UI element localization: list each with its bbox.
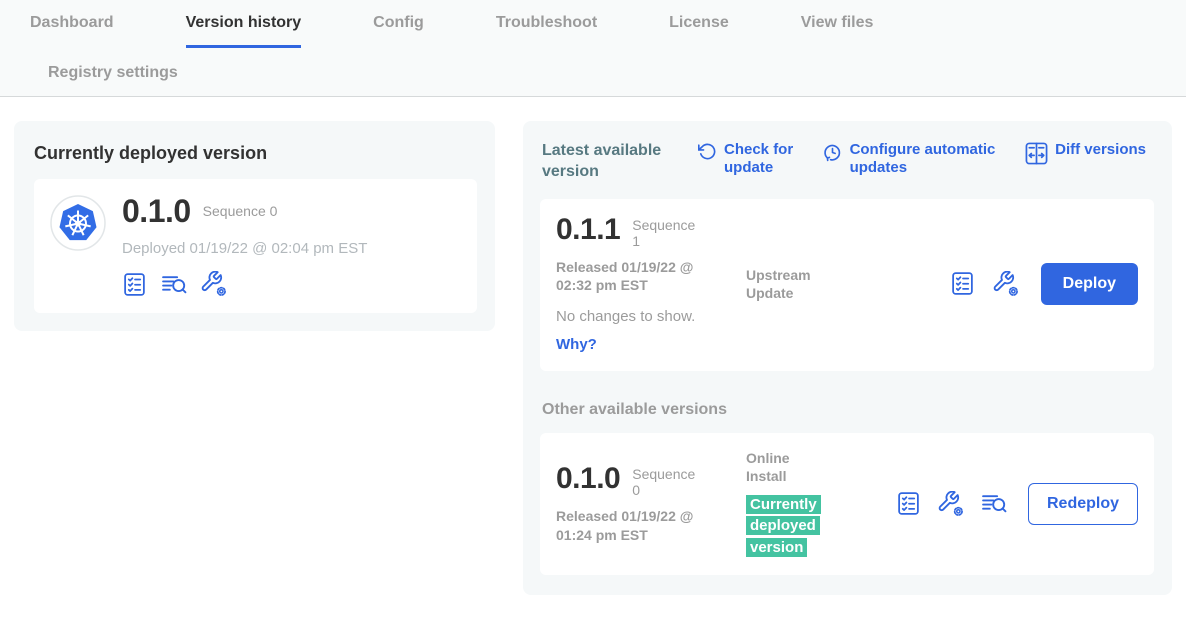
available-versions-panel: Latest available version Check for updat… — [523, 121, 1172, 595]
latest-version-card: 0.1.1 Sequence 1 Released 01/19/22 @ 02:… — [540, 199, 1154, 372]
preflight-checks-icon[interactable] — [896, 491, 921, 516]
schedule-update-icon — [822, 142, 843, 163]
edit-config-icon[interactable] — [938, 491, 964, 517]
no-changes-text: No changes to show. — [556, 308, 746, 325]
top-navigation: Dashboard Version history Config Trouble… — [0, 0, 1186, 97]
latest-source-label: Upstream Update — [746, 266, 830, 302]
diff-versions-link[interactable]: Diff versions — [1025, 141, 1146, 165]
deploy-logs-icon[interactable] — [981, 491, 1007, 516]
kubernetes-logo-icon — [50, 195, 106, 256]
deploy-button[interactable]: Deploy — [1041, 263, 1138, 305]
why-link[interactable]: Why? — [556, 336, 746, 353]
edit-config-icon[interactable] — [993, 271, 1019, 297]
deploy-logs-icon[interactable] — [161, 272, 187, 297]
tab-dashboard[interactable]: Dashboard — [30, 14, 114, 48]
preflight-checks-icon[interactable] — [122, 272, 147, 297]
nav-secondary-row: Registry settings — [48, 48, 1186, 96]
redeploy-button[interactable]: Redeploy — [1028, 483, 1138, 525]
available-panel-title: Latest available version — [542, 141, 674, 183]
nav-primary-row: Dashboard Version history Config Trouble… — [30, 14, 1186, 48]
currently-deployed-badge: Currently deployed version — [746, 494, 820, 559]
other-sequence-label: Sequence 0 — [632, 466, 696, 498]
tab-version-history[interactable]: Version history — [186, 14, 302, 48]
deployed-panel-title: Currently deployed version — [34, 143, 477, 164]
tab-view-files[interactable]: View files — [801, 14, 874, 48]
tab-config[interactable]: Config — [373, 14, 424, 48]
tab-license[interactable]: License — [669, 14, 729, 48]
other-version-number: 0.1.0 — [556, 464, 620, 494]
configure-automatic-updates-link[interactable]: Configure automatic updates — [822, 141, 1002, 177]
other-released-timestamp: Released 01/19/22 @ 01:24 pm EST — [556, 507, 732, 543]
diff-icon — [1025, 142, 1048, 165]
main-content: Currently deployed version — [0, 97, 1186, 595]
latest-released-timestamp: Released 01/19/22 @ 02:32 pm EST — [556, 258, 732, 294]
other-versions-title: Other available versions — [542, 401, 1154, 419]
deployed-sequence-label: Sequence 0 — [203, 203, 278, 219]
deployed-timestamp: Deployed 01/19/22 @ 02:04 pm EST — [122, 240, 367, 257]
currently-deployed-panel: Currently deployed version — [14, 121, 495, 331]
deployed-version-card: 0.1.0 Sequence 0 Deployed 01/19/22 @ 02:… — [34, 179, 477, 313]
deployed-version-info: 0.1.0 Sequence 0 Deployed 01/19/22 @ 02:… — [122, 195, 367, 297]
refresh-icon — [698, 142, 717, 161]
latest-version-number: 0.1.1 — [556, 215, 620, 245]
latest-sequence-label: Sequence 1 — [632, 217, 696, 249]
tab-registry-settings[interactable]: Registry settings — [48, 64, 178, 82]
tab-troubleshoot[interactable]: Troubleshoot — [496, 14, 597, 48]
other-source-label: Online Install — [746, 449, 830, 485]
preflight-checks-icon[interactable] — [950, 271, 975, 296]
deployed-version-number: 0.1.0 — [122, 195, 191, 227]
edit-config-icon[interactable] — [201, 271, 227, 297]
other-version-card: 0.1.0 Sequence 0 Released 01/19/22 @ 01:… — [540, 433, 1154, 575]
check-for-update-link[interactable]: Check for update — [698, 141, 798, 177]
available-panel-header: Latest available version Check for updat… — [542, 141, 1152, 183]
